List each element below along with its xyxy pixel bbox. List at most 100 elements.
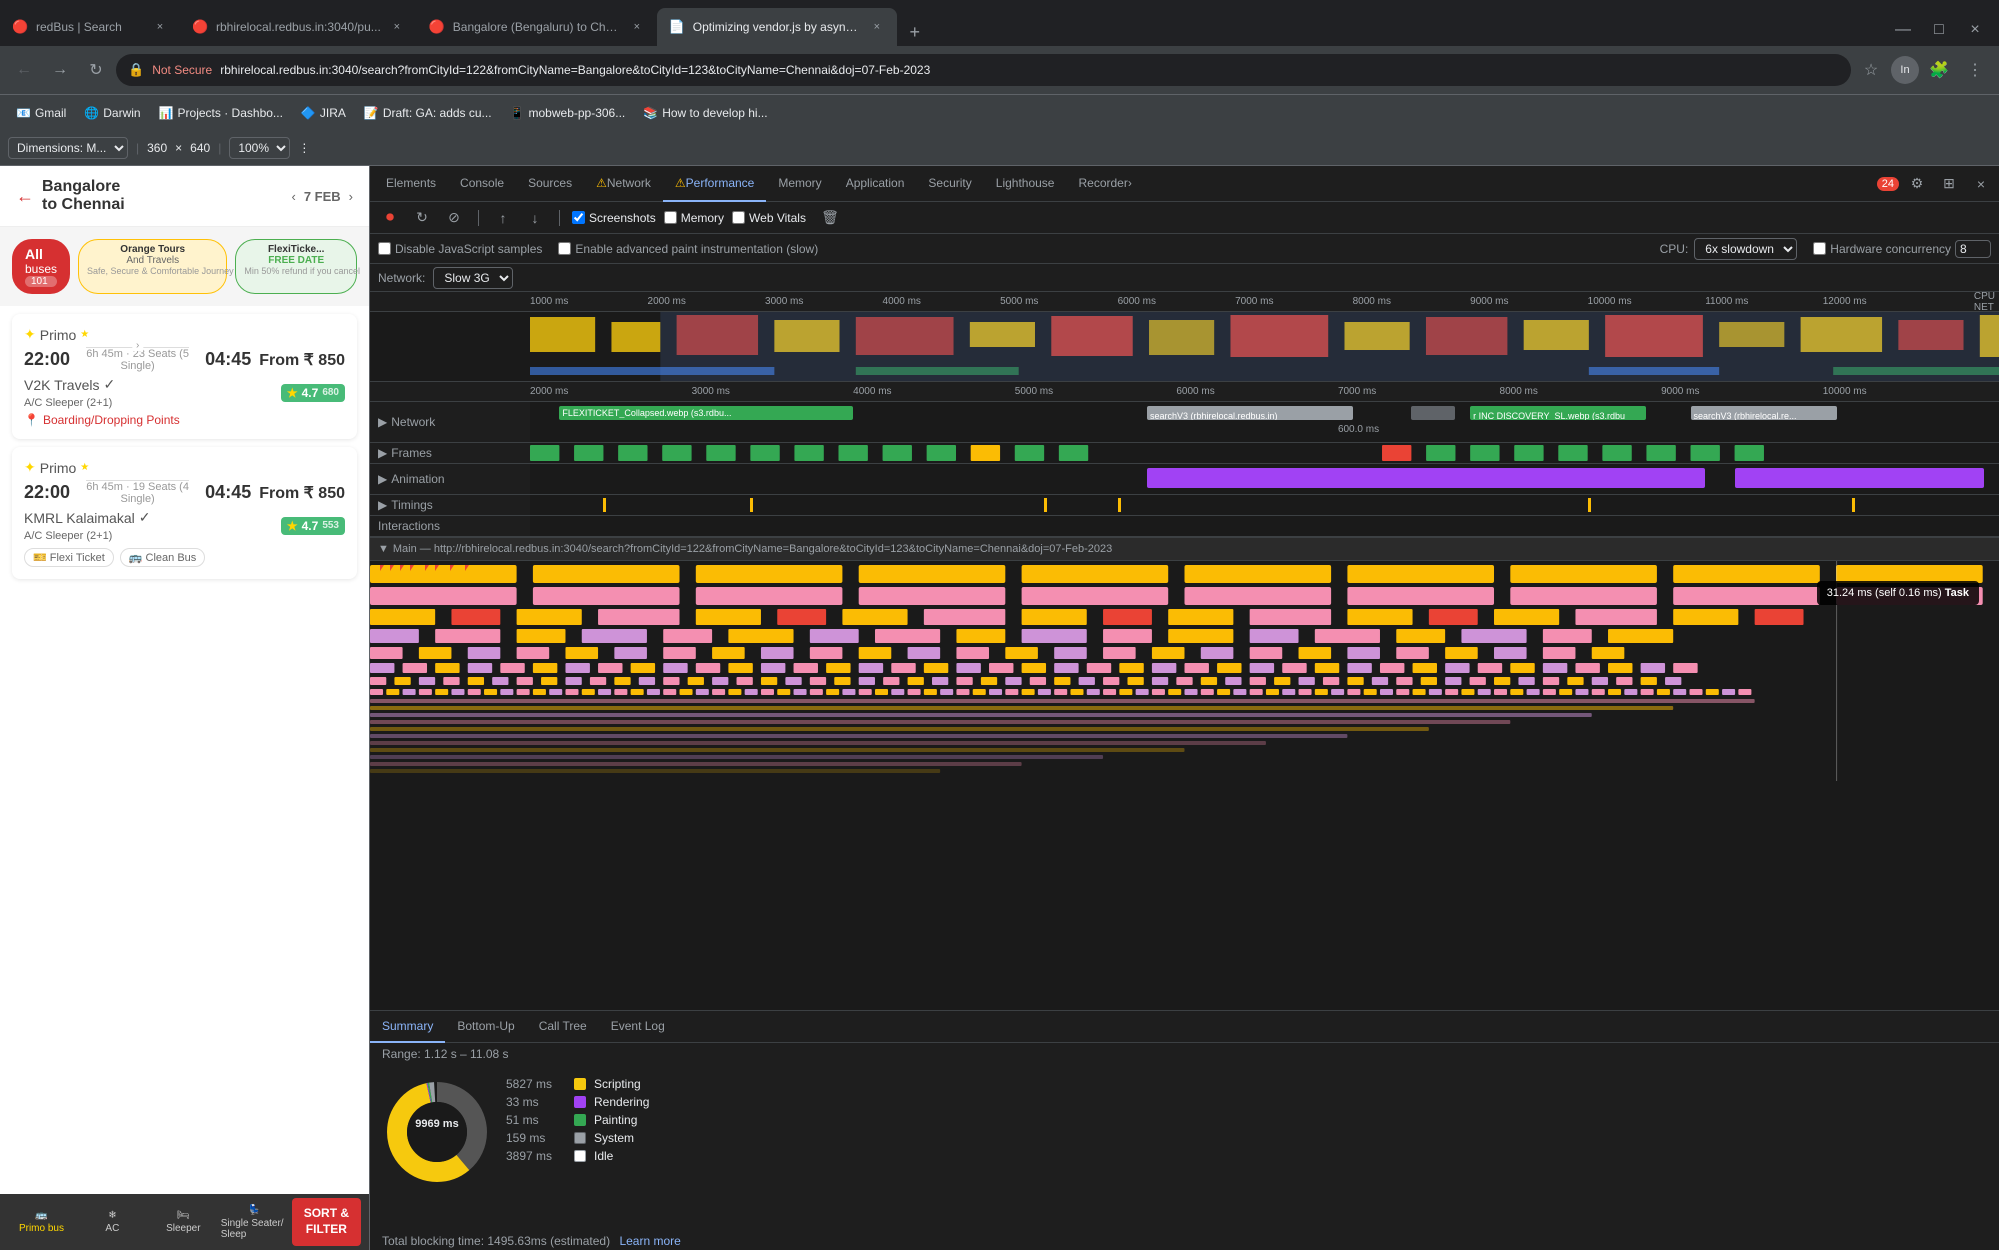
hardware-concurrency-label[interactable]: Hardware concurrency <box>1813 240 1991 258</box>
summary-tab-bottom-up[interactable]: Bottom-Up <box>445 1011 526 1043</box>
next-date-button[interactable]: › <box>349 189 353 204</box>
tab-sources[interactable]: Sources <box>516 166 584 202</box>
address-bar[interactable]: 🔒 Not Secure rbhirelocal.redbus.in:3040/… <box>116 54 1851 86</box>
verified-icon-2: ✓ <box>139 509 151 526</box>
animation-expand-icon: ▶ <box>378 472 387 486</box>
tab-performance[interactable]: ⚠ Performance <box>663 166 766 202</box>
close-devtools-button[interactable]: × <box>1967 170 1995 198</box>
network-expand-icon: ▶ <box>378 415 387 429</box>
tab-close-4[interactable]: × <box>869 19 885 35</box>
profile-button[interactable]: In <box>1891 56 1919 84</box>
clean-bus-tag[interactable]: 🚌 Clean Bus <box>120 548 206 567</box>
tab-close-2[interactable]: × <box>389 19 405 35</box>
tab-network[interactable]: ⚠ Network <box>584 166 663 202</box>
animation-track-label[interactable]: ▶ Animation <box>370 464 530 494</box>
memory-input[interactable] <box>664 211 677 224</box>
learn-more-link[interactable]: Learn more <box>619 1234 680 1248</box>
rating-badge-1: ★ 4.7 680 <box>281 384 345 402</box>
filter-all-buses[interactable]: All buses 101 <box>12 239 70 294</box>
jira-icon: 🔷 <box>301 106 316 120</box>
frames-track-label[interactable]: ▶ Frames <box>370 443 530 463</box>
close-browser-button[interactable]: × <box>1959 14 1991 46</box>
save-profile-button[interactable]: ↓ <box>523 206 547 230</box>
error-count-badge[interactable]: 24 <box>1877 177 1899 191</box>
tab-memory[interactable]: Memory <box>766 166 833 202</box>
single-seater-filter[interactable]: 💺 Single Seater/ Sleep <box>221 1205 288 1240</box>
zoom-select[interactable]: 100% <box>229 137 290 159</box>
tab-application[interactable]: Application <box>834 166 917 202</box>
memory-checkbox[interactable]: Memory <box>664 211 724 225</box>
settings-button[interactable]: ⚙ <box>1903 170 1931 198</box>
webvitals-checkbox[interactable]: Web Vitals <box>732 211 806 225</box>
ac-filter[interactable]: ❄ AC <box>79 1210 146 1234</box>
tab-recorder[interactable]: Recorder › <box>1066 166 1143 202</box>
clear-recording-button[interactable]: 🗑 <box>818 206 842 230</box>
clear-button[interactable]: ⊘ <box>442 206 466 230</box>
enable-advanced-paint-label[interactable]: Enable advanced paint instrumentation (s… <box>558 242 818 256</box>
reload-button[interactable]: ↻ <box>80 54 112 86</box>
hardware-concurrency-checkbox[interactable] <box>1813 242 1826 255</box>
reload-record-button[interactable]: ↻ <box>410 206 434 230</box>
browser-tab-2[interactable]: 🔴 rbhirelocal.redbus.in:3040/pu... × <box>180 8 417 46</box>
tab-close-1[interactable]: × <box>152 19 168 35</box>
primo-bus-filter[interactable]: 🚌 Primo bus <box>8 1210 75 1234</box>
screenshots-checkbox[interactable]: Screenshots <box>572 211 656 225</box>
webvitals-input[interactable] <box>732 211 745 224</box>
summary-tab-event-log[interactable]: Event Log <box>599 1011 677 1043</box>
more-button[interactable]: ⋮ <box>1959 54 1991 86</box>
forward-button[interactable]: → <box>44 54 76 86</box>
filter-orange-tours[interactable]: Orange Tours And Travels Safe, Secure & … <box>78 239 227 294</box>
load-profile-button[interactable]: ↑ <box>491 206 515 230</box>
boarding-link-1[interactable]: 📍 Boarding/Dropping Points <box>24 413 345 427</box>
filter-flexi-ticket[interactable]: FlexiTicke... FREE DATE Min 50% refund i… <box>235 239 357 294</box>
bookmark-darwin[interactable]: 🌐 Darwin <box>76 102 148 124</box>
device-select[interactable]: Dimensions: M... <box>8 137 128 159</box>
new-tab-button[interactable]: + <box>901 18 929 46</box>
tab-elements[interactable]: Elements <box>374 166 448 202</box>
tab-lighthouse[interactable]: Lighthouse <box>984 166 1067 202</box>
cpu-throttle-select[interactable]: 6x slowdown <box>1694 238 1797 260</box>
dock-button[interactable]: ⊞ <box>1935 170 1963 198</box>
hardware-concurrency-input[interactable] <box>1955 240 1991 258</box>
interactions-track-label[interactable]: Interactions <box>370 516 530 536</box>
browser-tab-3[interactable]: 🔴 Bangalore (Bengaluru) to Che... × <box>417 8 657 46</box>
browser-tab-1[interactable]: 🔴 redBus | Search × <box>0 8 180 46</box>
how-label: How to develop hi... <box>662 106 767 120</box>
browser-tab-4[interactable]: 📄 Optimizing vendor.js by async... × <box>657 8 897 46</box>
minimize-button[interactable]: — <box>1887 14 1919 46</box>
network-track-label[interactable]: ▶ Network <box>370 402 530 442</box>
bookmark-projects[interactable]: 📊 Projects · Dashbo... <box>151 102 291 124</box>
star-icon-1: ★ <box>287 386 298 400</box>
summary-tab-summary[interactable]: Summary <box>370 1011 445 1043</box>
disable-js-samples-checkbox[interactable] <box>378 242 391 255</box>
maximize-button[interactable]: □ <box>1923 14 1955 46</box>
bookmark-gmail[interactable]: 📧 Gmail <box>8 102 74 124</box>
network-throttle-select[interactable]: Slow 3G <box>433 267 513 289</box>
sort-filter-button[interactable]: SORT &FILTER <box>292 1198 361 1245</box>
tab-security[interactable]: Security <box>916 166 983 202</box>
sleeper-filter[interactable]: 🛏 Sleeper <box>150 1210 217 1234</box>
summary-tab-call-tree[interactable]: Call Tree <box>527 1011 599 1043</box>
bookmark-mobweb[interactable]: 📱 mobweb-pp-306... <box>502 102 634 124</box>
back-button[interactable]: ← <box>8 54 40 86</box>
departure-time-1: 22:00 <box>24 349 70 370</box>
prev-date-button[interactable]: ‹ <box>291 189 295 204</box>
screenshots-input[interactable] <box>572 211 585 224</box>
back-arrow-button[interactable]: ← <box>16 186 34 207</box>
price-label-1: From ₹ 850 <box>259 350 345 370</box>
extensions-button[interactable]: 🧩 <box>1923 54 1955 86</box>
bookmark-how[interactable]: 📚 How to develop hi... <box>635 102 775 124</box>
flexi-ticket-tag[interactable]: 🎫 Flexi Ticket <box>24 548 114 567</box>
disable-js-samples-label[interactable]: Disable JavaScript samples <box>378 242 542 256</box>
tab-close-3[interactable]: × <box>629 19 645 35</box>
flame-chart-area[interactable]: 31.24 ms (self 0.16 ms) Task <box>370 561 1999 1010</box>
location-pin-icon-1: 📍 <box>24 413 39 427</box>
more-options[interactable]: ⋮ <box>298 141 310 155</box>
tab-console[interactable]: Console <box>448 166 516 202</box>
bookmark-jira[interactable]: 🔷 JIRA <box>293 102 354 124</box>
bookmark-draft[interactable]: 📝 Draft: GA: adds cu... <box>356 102 500 124</box>
record-button[interactable]: ⏺ <box>378 206 402 230</box>
bookmark-button[interactable]: ☆ <box>1855 54 1887 86</box>
timings-track-label[interactable]: ▶ Timings <box>370 495 530 515</box>
enable-advanced-paint-checkbox[interactable] <box>558 242 571 255</box>
